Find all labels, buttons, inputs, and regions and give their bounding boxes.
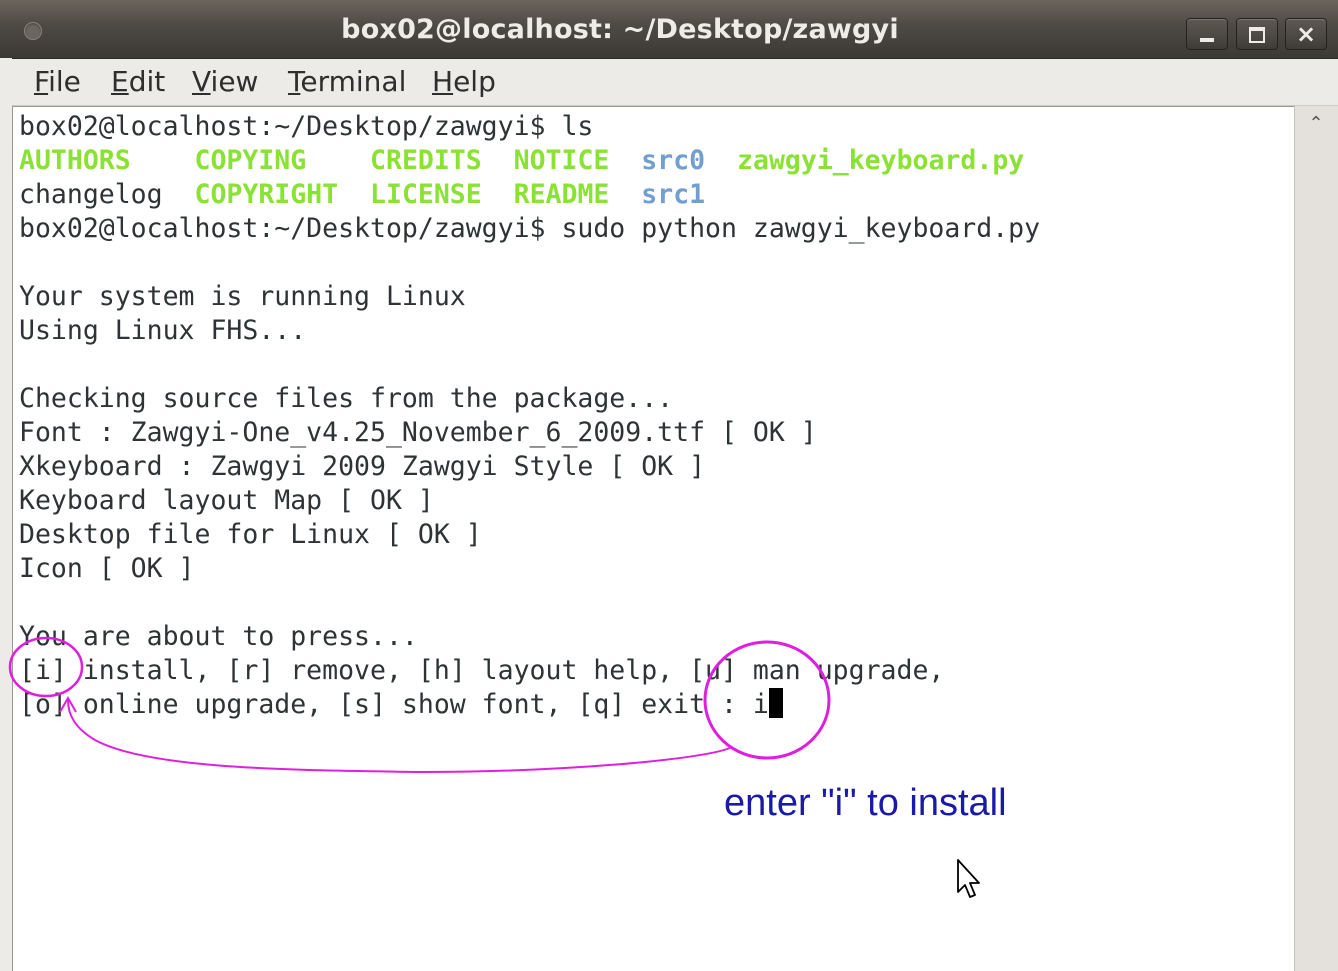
text-cursor	[768, 688, 783, 718]
output-line: Keyboard layout Map [ OK ]	[19, 485, 434, 516]
menu-bar: File Edit View Terminal Help	[0, 59, 1338, 106]
ls-entry: src0	[641, 145, 706, 176]
output-line: Icon [ OK ]	[19, 553, 195, 584]
minimize-icon	[1200, 38, 1214, 42]
output-line: Your system is running Linux	[19, 281, 466, 312]
input-line[interactable]: [o] online upgrade, [s] show font, [q] e…	[19, 688, 783, 722]
ls-entry: AUTHORS	[19, 145, 131, 176]
ls-entry: NOTICE	[513, 145, 610, 176]
maximize-button[interactable]	[1236, 18, 1278, 50]
maximize-icon	[1249, 27, 1265, 43]
ls-output-row: AUTHORS COPYING CREDITS NOTICE src0 zawg…	[19, 144, 1024, 178]
annotation-text: enter "i" to install	[724, 782, 1007, 824]
window-border	[0, 58, 12, 971]
input-prompt: [o] online upgrade, [s] show font, [q] e…	[19, 689, 769, 720]
ls-entry: CREDITS	[370, 145, 482, 176]
ls-entry: COPYRIGHT	[194, 179, 339, 210]
chevron-up-icon[interactable]: ⌃	[1304, 114, 1328, 134]
ls-entry: changelog	[19, 179, 163, 210]
output-line: Desktop file for Linux [ OK ]	[19, 519, 482, 550]
menu-edit[interactable]: Edit	[111, 65, 165, 99]
terminal-area[interactable]: box02@localhost:~/Desktop/zawgyi$ ls AUT…	[12, 106, 1295, 971]
terminal-window: box02@localhost: ~/Desktop/zawgyi × File…	[0, 0, 1338, 971]
output-line: Checking source files from the package..…	[19, 383, 674, 414]
output-line: Xkeyboard : Zawgyi 2009 Zawgyi Style [ O…	[19, 451, 706, 482]
ls-entry: README	[513, 179, 610, 210]
prompt-line: box02@localhost:~/Desktop/zawgyi$ ls	[19, 111, 594, 142]
ls-entry: COPYING	[194, 145, 307, 176]
output-line: Using Linux FHS...	[19, 315, 307, 346]
menu-help[interactable]: Help	[432, 65, 496, 99]
minimize-button[interactable]	[1186, 18, 1228, 50]
prompt-line: box02@localhost:~/Desktop/zawgyi$ sudo p…	[19, 213, 1041, 244]
menu-terminal[interactable]: Terminal	[288, 65, 406, 99]
ls-entry: zawgyi_keyboard.py	[737, 145, 1025, 176]
ls-entry: src1	[641, 179, 706, 210]
window-title: box02@localhost: ~/Desktop/zawgyi	[341, 14, 899, 45]
ls-entry: LICENSE	[370, 179, 482, 210]
title-bar[interactable]: box02@localhost: ~/Desktop/zawgyi ×	[0, 0, 1338, 59]
output-line: [i] install, [r] remove, [h] layout help…	[19, 655, 945, 686]
close-icon: ×	[1295, 20, 1317, 48]
output-line: Font : Zawgyi-One_v4.25_November_6_2009.…	[19, 417, 817, 448]
vertical-scrollbar[interactable]: ⌃	[1294, 106, 1338, 971]
menu-view[interactable]: View	[192, 65, 258, 99]
output-line: You are about to press...	[19, 621, 418, 652]
close-button[interactable]: ×	[1285, 18, 1327, 50]
menu-file[interactable]: File	[34, 65, 81, 99]
ls-output-row: changelog COPYRIGHT LICENSE README src1	[19, 178, 705, 212]
